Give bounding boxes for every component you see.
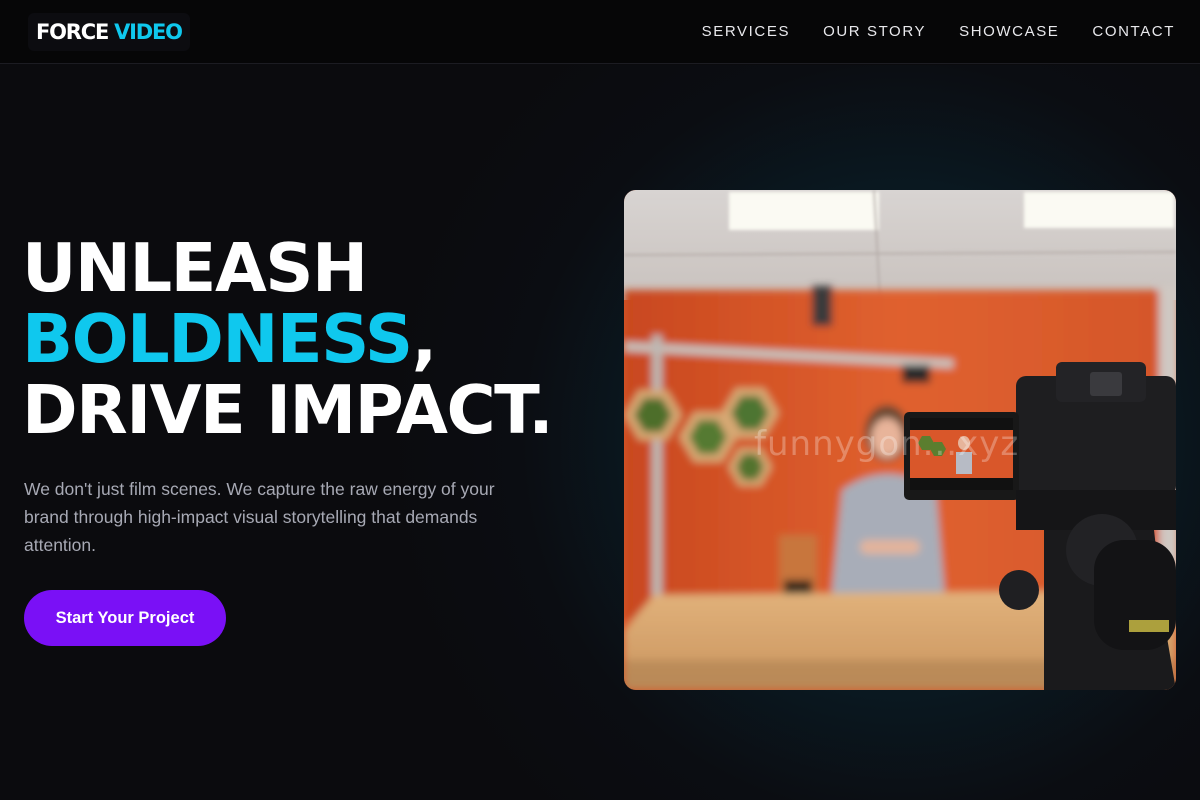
brand-logo[interactable]: FORCE VIDEO	[28, 13, 190, 51]
headline-comma: ,	[411, 300, 437, 378]
start-project-button[interactable]: Start Your Project	[24, 590, 226, 646]
hero-section: UNLEASH BOLDNESS, DRIVE IMPACT. We don't…	[0, 65, 1200, 800]
nav-link-services[interactable]: SERVICES	[702, 22, 790, 42]
nav-link-showcase[interactable]: SHOWCASE	[959, 22, 1059, 42]
hero-headline: UNLEASH BOLDNESS, DRIVE IMPACT.	[22, 233, 554, 449]
nav-link-our-story[interactable]: OUR STORY	[823, 22, 926, 42]
nav-link-contact[interactable]: CONTACT	[1092, 22, 1175, 42]
headline-line-3: DRIVE IMPACT.	[22, 371, 554, 449]
main-nav: SERVICES OUR STORY SHOWCASE CONTACT	[702, 22, 1175, 42]
brand-logo-part1: FORCE	[36, 20, 109, 44]
hero-description: We don't just film scenes. We capture th…	[24, 479, 495, 555]
brand-logo-part2: VIDEO	[114, 20, 183, 44]
top-navbar: FORCE VIDEO SERVICES OUR STORY SHOWCASE …	[0, 0, 1200, 64]
headline-line-1: UNLEASH	[22, 229, 368, 307]
headline-accent-word: BOLDNESS	[22, 300, 413, 378]
hero-image: funnygon...xyz	[624, 190, 1176, 690]
image-watermark: funnygon...xyz	[754, 424, 1020, 464]
